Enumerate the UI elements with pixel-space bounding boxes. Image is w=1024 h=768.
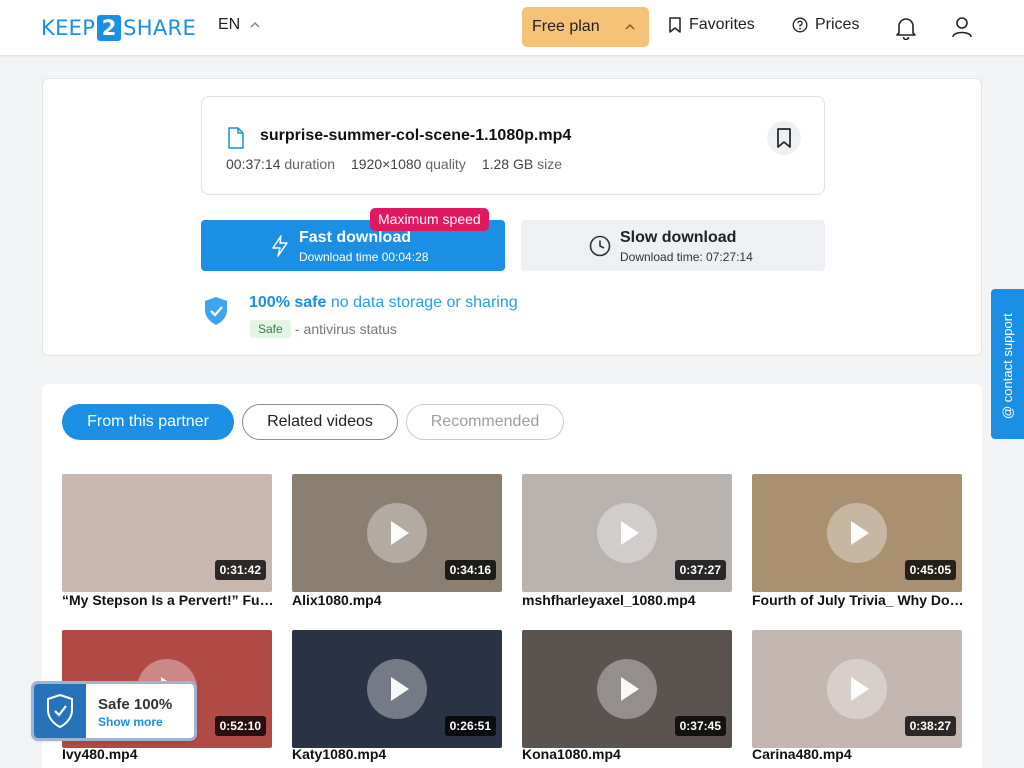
video-duration: 0:31:42 [214,560,266,580]
video-duration: 0:52:10 [214,716,266,736]
logo-number-box: 2 [97,15,122,41]
size-value: 1.28 GB [481,156,534,172]
video-thumbnail[interactable]: 0:45:05 [752,474,962,592]
video-title[interactable]: “My Stepson Is a Pervert!” Fuc… [62,592,274,608]
prices-label: Prices [815,16,860,33]
tab-related-videos[interactable]: Related videos [242,404,398,440]
antivirus-status-text: - antivirus status [295,321,397,337]
bookmark-icon [777,128,791,148]
video-title[interactable]: Fourth of July Trivia_ Why Do Y… [752,592,964,608]
clock-icon [589,235,611,257]
file-download-card: surprise-summer-col-scene-1.1080p.mp4 00… [42,78,982,356]
play-icon [367,503,427,563]
contact-support-label: @ contact support [1000,313,1015,419]
video-duration: 0:45:05 [904,560,956,580]
file-name: surprise-summer-col-scene-1.1080p.mp4 [260,127,572,144]
safe-statement: 100% safe no data storage or sharing [249,294,518,312]
video-duration: 0:26:51 [444,716,496,736]
help-circle-icon [792,17,808,33]
video-title[interactable]: Ivy480.mp4 [62,746,274,762]
bell-icon[interactable] [893,14,919,40]
language-selector[interactable]: EN [218,16,260,34]
bookmark-icon [669,17,681,33]
file-meta: 00:37:14 duration 1920×1080 quality 1.28… [226,156,562,172]
chevron-up-icon [625,24,635,30]
video-title[interactable]: mshfharleyaxel_1080.mp4 [522,592,734,608]
video-thumbnail[interactable]: 0:37:27 [522,474,732,592]
video-thumbnail[interactable]: 0:37:45 [522,630,732,748]
add-to-favorites-button[interactable] [767,121,801,155]
safe-widget-title: Safe 100% [98,696,173,713]
fast-download-title: Fast download [299,229,411,246]
video-thumbnail[interactable]: 0:26:51 [292,630,502,748]
video-thumbnail[interactable]: 0:38:27 [752,630,962,748]
play-icon [597,659,657,719]
video-thumbnail[interactable]: 0:34:16 [292,474,502,592]
quality-value: 1920×1080 [350,156,422,172]
duration-label: duration [284,156,335,172]
chevron-up-icon [250,22,260,28]
lightning-icon [272,235,288,257]
safe-note: no data storage or sharing [330,294,518,311]
top-header: KEEP 2 SHARE EN Free plan Favorites Pric… [0,0,1024,56]
play-icon [367,659,427,719]
video-thumbnail[interactable]: 0:31:42 [62,474,272,592]
slow-download-button[interactable]: Slow download Download time: 07:27:14 [521,220,825,271]
file-info-box: surprise-summer-col-scene-1.1080p.mp4 00… [201,96,825,195]
shield-check-icon [47,693,73,729]
prices-link[interactable]: Prices [792,16,859,34]
safe-badge-widget[interactable]: Safe 100% Show more [34,684,194,738]
video-duration: 0:37:45 [674,716,726,736]
favorites-label: Favorites [689,16,755,33]
size-label: size [537,156,562,172]
play-icon [827,503,887,563]
video-duration: 0:37:27 [674,560,726,580]
file-icon [228,127,244,149]
video-title[interactable]: Katy1080.mp4 [292,746,504,762]
safe-status-tag: Safe [250,320,291,338]
shield-check-icon [205,297,227,325]
slow-download-title: Slow download [620,229,737,246]
fast-download-time: Download time 00:04:28 [299,250,429,264]
safe-percent: 100% safe [249,294,327,311]
quality-label: quality [425,156,466,172]
show-more-link[interactable]: Show more [98,715,163,729]
maximum-speed-badge: Maximum speed [370,208,489,231]
video-title[interactable]: Kona1080.mp4 [522,746,734,762]
slow-download-time: Download time: 07:27:14 [620,250,753,264]
keep2share-logo[interactable]: KEEP 2 SHARE [41,15,196,41]
plan-label: Free plan [532,18,600,35]
video-title[interactable]: Alix1080.mp4 [292,592,504,608]
play-icon [827,659,887,719]
video-title[interactable]: Carina480.mp4 [752,746,964,762]
favorites-link[interactable]: Favorites [668,16,755,34]
tab-from-this-partner[interactable]: From this partner [62,404,234,440]
tab-recommended[interactable]: Recommended [406,404,564,440]
logo-text-keep: KEEP [41,16,96,40]
free-plan-button[interactable]: Free plan [522,7,649,47]
video-duration: 0:34:16 [444,560,496,580]
play-icon [597,503,657,563]
contact-support-tab[interactable]: @ contact support [991,289,1024,439]
duration-value: 00:37:14 [226,156,281,172]
user-icon[interactable] [949,14,975,40]
logo-text-share: SHARE [123,16,197,40]
shield-panel [34,684,86,738]
video-duration: 0:38:27 [904,716,956,736]
language-label: EN [218,16,241,33]
